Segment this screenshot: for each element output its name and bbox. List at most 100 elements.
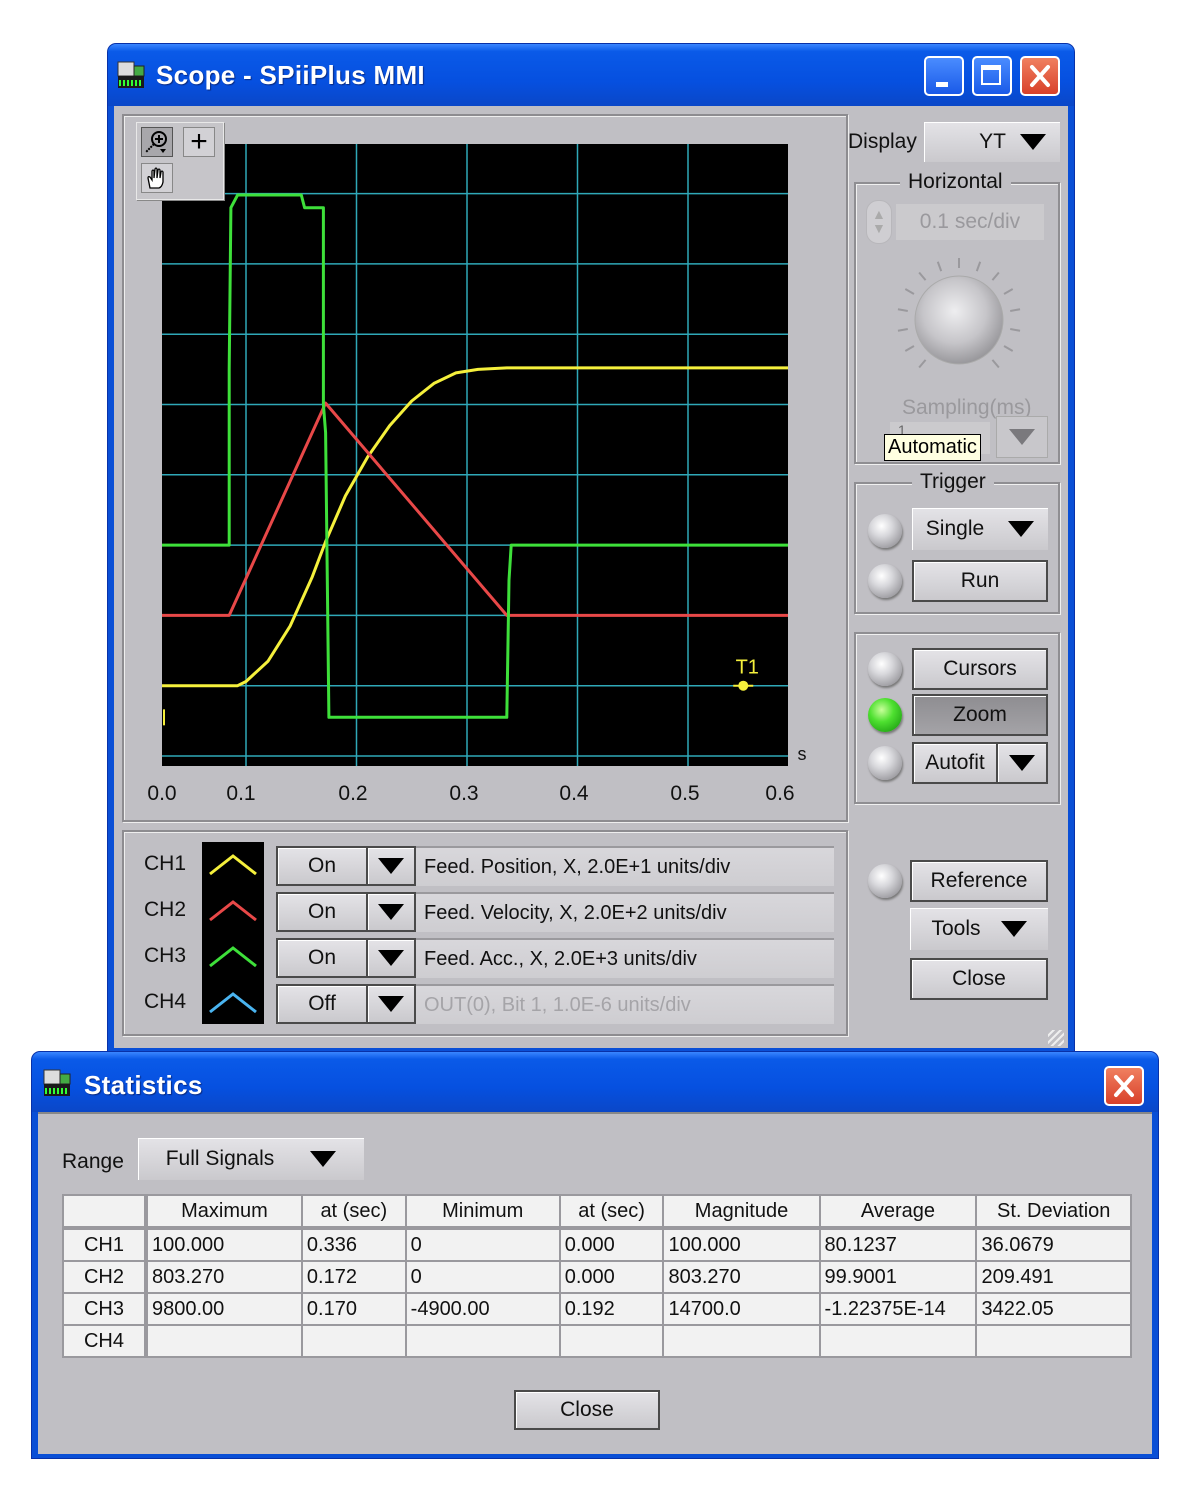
crosshair-tool-button[interactable]: + [183, 127, 215, 157]
channel-state-button[interactable]: On [276, 938, 368, 978]
table-cell: 0 [404, 1260, 561, 1294]
statistics-client-area: Range Full Signals Maximum at (sec) Minimu… [38, 1112, 1152, 1454]
statistics-titlebar[interactable]: Statistics [32, 1052, 1158, 1112]
horizontal-spinner[interactable]: ▲ ▼ [866, 200, 892, 244]
table-cell: 803.270 [144, 1260, 303, 1294]
table-cell: 0.000 [558, 1260, 665, 1294]
tools-dropdown[interactable]: Tools [910, 908, 1048, 950]
sampling-tooltip: Automatic [884, 434, 981, 461]
display-value: YT [979, 130, 1006, 153]
reference-button[interactable]: Reference [910, 860, 1048, 902]
statistics-close-window-button[interactable] [1104, 1066, 1144, 1106]
cursors-led [868, 652, 902, 686]
trigger-group: Trigger Single Run [854, 470, 1060, 614]
pan-hand-icon [147, 167, 164, 189]
x-tick-label: 0.2 [338, 782, 368, 805]
channel-state-dropdown[interactable] [366, 846, 416, 886]
channel-state: Off [308, 992, 336, 1015]
knob-tick [897, 328, 908, 332]
table-cell: 99.9001 [818, 1260, 978, 1294]
table-row: CH1 100.000 0.336 0 0.000 100.000 80.1237 36.06… [62, 1227, 1132, 1262]
column-header: St. Deviation [975, 1194, 1132, 1230]
knob-tick [904, 288, 915, 295]
knob-tick [918, 271, 927, 281]
zoom-tool-button[interactable] [141, 127, 173, 157]
run-button[interactable]: Run [912, 560, 1048, 602]
table-cell [558, 1324, 665, 1358]
table-cell [975, 1324, 1132, 1358]
knob-tick [1003, 345, 1014, 352]
resize-grip[interactable] [1048, 1030, 1064, 1046]
spinner-arrows-icon: ▲ ▼ [872, 206, 886, 236]
knob-tick [991, 271, 1000, 281]
zoom-button[interactable]: Zoom [912, 694, 1048, 736]
table-cell: -4900.00 [404, 1292, 561, 1326]
channel-state-button[interactable]: Off [276, 984, 368, 1024]
column-header [62, 1194, 148, 1230]
scope-plot: T1 [162, 144, 788, 766]
view-group: Cursors Zoom Autofit [854, 632, 1060, 804]
channel-signal-field[interactable]: Feed. Position, X, 2.0E+1 units/div [416, 846, 834, 886]
knob-tick [897, 308, 908, 312]
chevron-down-icon [378, 996, 404, 1012]
channel-color-icon [209, 992, 257, 1014]
statistics-close-button[interactable]: Close [514, 1390, 660, 1430]
table-cell: 209.491 [975, 1260, 1132, 1294]
pan-tool-button[interactable] [141, 163, 173, 193]
run-led [868, 564, 902, 598]
channel-state: On [307, 854, 336, 877]
column-header: at (sec) [300, 1194, 407, 1230]
table-row: CH3 9800.00 0.170 -4900.00 0.192 14700.0 -1.22… [62, 1292, 1132, 1326]
row-header: CH2 [62, 1260, 148, 1294]
table-cell: 9800.00 [144, 1292, 303, 1326]
range-dropdown[interactable]: Full Signals [138, 1138, 364, 1180]
display-dropdown[interactable]: YT [924, 122, 1060, 162]
trigger-mode-led [868, 514, 902, 548]
maximize-button[interactable] [972, 56, 1012, 96]
plot-toolbar: + [136, 122, 224, 200]
horizontal-scale-value: 0.1 sec/div [919, 210, 1021, 233]
sampling-dropdown-button[interactable] [996, 416, 1048, 458]
minimize-button[interactable] [924, 56, 964, 96]
table-cell [300, 1324, 407, 1358]
channel-state-dropdown[interactable] [366, 892, 416, 932]
x-tick-label: 0.6 [765, 782, 795, 805]
column-header: at (sec) [558, 1194, 665, 1230]
channel-panel: CH1 On Feed. Position, X, 2.0E+1 units/div… [122, 830, 848, 1036]
scope-close-button[interactable]: Close [910, 958, 1048, 1000]
x-tick-label: 0.5 [670, 782, 700, 805]
crosshair-icon: + [190, 125, 208, 158]
channel-name: CH2 [144, 898, 187, 921]
column-header: Maximum [144, 1194, 303, 1230]
channel-row: CH1 On Feed. Position, X, 2.0E+1 units/div [124, 844, 844, 888]
statistics-window: Statistics Range Full Signals Maximum at … [32, 1052, 1158, 1458]
scope-client-area: T1 + 0.0 0.1 0.2 0.3 0.4 0.5 0.6 s CH1 O… [114, 106, 1068, 1048]
table-cell [818, 1324, 978, 1358]
x-axis-unit: s [797, 744, 807, 764]
table-cell: 3422.05 [975, 1292, 1132, 1326]
horizontal-knob[interactable] [884, 250, 1034, 390]
trigger-mode-dropdown[interactable]: Single [912, 508, 1048, 550]
channel-signal-field[interactable]: OUT(0), Bit 1, 1.0E-6 units/div [416, 984, 834, 1024]
close-icon [1114, 1075, 1134, 1097]
channel-state-dropdown[interactable] [366, 938, 416, 978]
scope-titlebar[interactable]: Scope - SPiiPlus MMI [108, 44, 1074, 106]
autofit-led [868, 746, 902, 780]
channel-description: Feed. Velocity, X, 2.0E+2 units/div [424, 901, 727, 924]
close-window-button[interactable] [1020, 56, 1060, 96]
knob-tick [1010, 328, 1021, 332]
autofit-dropdown-button[interactable] [996, 742, 1048, 784]
channel-signal-field[interactable]: Feed. Velocity, X, 2.0E+2 units/div [416, 892, 834, 932]
channel-state-button[interactable]: On [276, 846, 368, 886]
channel-state-button[interactable]: On [276, 892, 368, 932]
channel-signal-field[interactable]: Feed. Acc., X, 2.0E+3 units/div [416, 938, 834, 978]
zoom-in-icon [145, 131, 167, 153]
table-cell: -1.22375E-14 [818, 1292, 978, 1326]
chevron-down-icon [1009, 429, 1035, 445]
autofit-button[interactable]: Autofit [912, 742, 998, 784]
horizontal-scale-field[interactable]: 0.1 sec/div [896, 204, 1044, 240]
channel-state-dropdown[interactable] [366, 984, 416, 1024]
chevron-down-icon [310, 1151, 337, 1167]
plot-area[interactable]: T1 [162, 144, 788, 766]
cursors-button[interactable]: Cursors [912, 648, 1048, 690]
